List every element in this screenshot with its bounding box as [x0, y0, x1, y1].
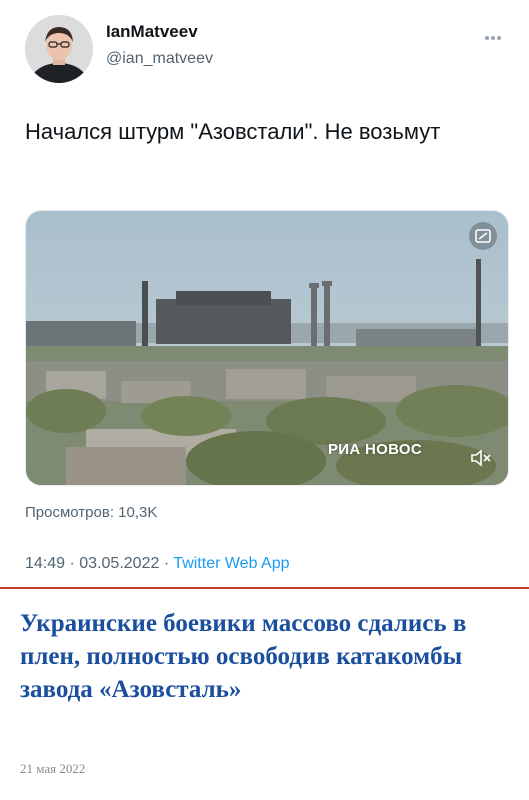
article-headline[interactable]: Украинские боевики массово сдались в пле…: [20, 607, 515, 706]
video-frame: [26, 211, 508, 485]
tweet-source-link[interactable]: Twitter Web App: [173, 555, 289, 572]
separator: ·: [163, 555, 170, 572]
tweet-time[interactable]: 14:49: [25, 555, 65, 572]
separator: ·: [69, 555, 75, 572]
avatar[interactable]: [25, 15, 93, 83]
view-count: Просмотров: 10,3K: [25, 504, 158, 521]
user-name[interactable]: IanMatveev: [106, 22, 198, 42]
mute-icon[interactable]: [470, 448, 492, 468]
article-date: 21 мая 2022: [20, 761, 86, 776]
more-dots-icon[interactable]: [485, 27, 507, 40]
video-player[interactable]: [25, 210, 509, 486]
news-article: Украинские боевики массово сдались в пле…: [0, 589, 529, 800]
user-handle[interactable]: @ian_matveev: [106, 50, 213, 68]
tweet-card: IanMatveev @ian_matveev Начался штурм "А…: [0, 0, 529, 588]
picture-in-picture-icon[interactable]: [469, 222, 497, 250]
tweet-text: Начался штурм "Азовстали". Не возьмут: [25, 119, 441, 144]
tweet-date[interactable]: 03.05.2022: [79, 555, 159, 572]
tweet-meta: 14:49 · 03.05.2022 · Twitter Web App: [25, 555, 290, 573]
video-watermark: РИА НОВОС: [328, 441, 422, 458]
